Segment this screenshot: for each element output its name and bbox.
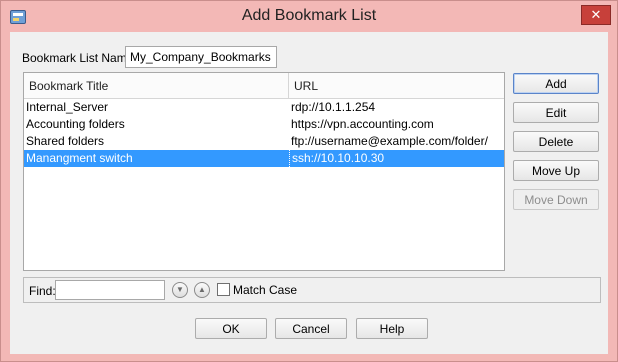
delete-button[interactable]: Delete	[513, 131, 599, 152]
find-next-icon[interactable]: ▼	[172, 282, 188, 298]
help-button[interactable]: Help	[356, 318, 428, 339]
table-row[interactable]: Accounting folders https://vpn.accountin…	[24, 116, 504, 133]
cancel-button[interactable]: Cancel	[275, 318, 347, 339]
bookmark-url-cell: ftp://username@example.com/folder/	[291, 134, 488, 148]
table-row[interactable]: Internal_Server rdp://10.1.1.254	[24, 99, 504, 116]
move-up-button[interactable]: Move Up	[513, 160, 599, 181]
find-bar: Find: ▼ ▲ Match Case	[23, 277, 601, 303]
column-header-bookmark-title[interactable]: Bookmark Title	[24, 73, 289, 99]
close-button[interactable]: ✕	[581, 5, 611, 25]
window-title: Add Bookmark List	[241, 7, 377, 24]
table-header: Bookmark Title URL	[24, 73, 504, 99]
find-label: Find:	[29, 284, 56, 298]
find-previous-icon[interactable]: ▲	[194, 282, 210, 298]
bookmark-title-cell: Shared folders	[26, 134, 105, 148]
table-row-selected[interactable]: Manangment switch ssh://10.10.10.30	[24, 150, 504, 167]
bookmark-table[interactable]: Bookmark Title URL Internal_Server rdp:/…	[23, 72, 505, 271]
match-case-checkbox[interactable]	[217, 283, 230, 296]
match-case-label[interactable]: Match Case	[233, 283, 297, 297]
column-header-url[interactable]: URL	[289, 73, 504, 99]
find-input[interactable]	[55, 280, 165, 300]
bookmark-url-cell: https://vpn.accounting.com	[291, 117, 434, 131]
close-icon: ✕	[590, 7, 602, 22]
bookmark-title-cell: Manangment switch	[26, 151, 133, 165]
dialog-body: Bookmark List Name: Bookmark Title URL I…	[10, 32, 608, 354]
ok-button[interactable]: OK	[195, 318, 267, 339]
title-bar[interactable]: Add Bookmark List ✕	[1, 1, 617, 31]
bookmark-url-cell: ssh://10.10.10.30	[289, 150, 504, 167]
bookmark-title-cell: Internal_Server	[26, 100, 109, 114]
move-down-button: Move Down	[513, 189, 599, 210]
table-row[interactable]: Shared folders ftp://username@example.co…	[24, 133, 504, 150]
bookmark-list-name-label: Bookmark List Name:	[22, 51, 137, 65]
bookmark-list-name-input[interactable]	[125, 46, 277, 68]
bookmark-url-cell: rdp://10.1.1.254	[291, 100, 376, 114]
add-bookmark-list-dialog: Add Bookmark List ✕ Bookmark List Name: …	[0, 0, 618, 362]
edit-button[interactable]: Edit	[513, 102, 599, 123]
bookmark-title-cell: Accounting folders	[26, 117, 125, 131]
add-button[interactable]: Add	[513, 73, 599, 94]
